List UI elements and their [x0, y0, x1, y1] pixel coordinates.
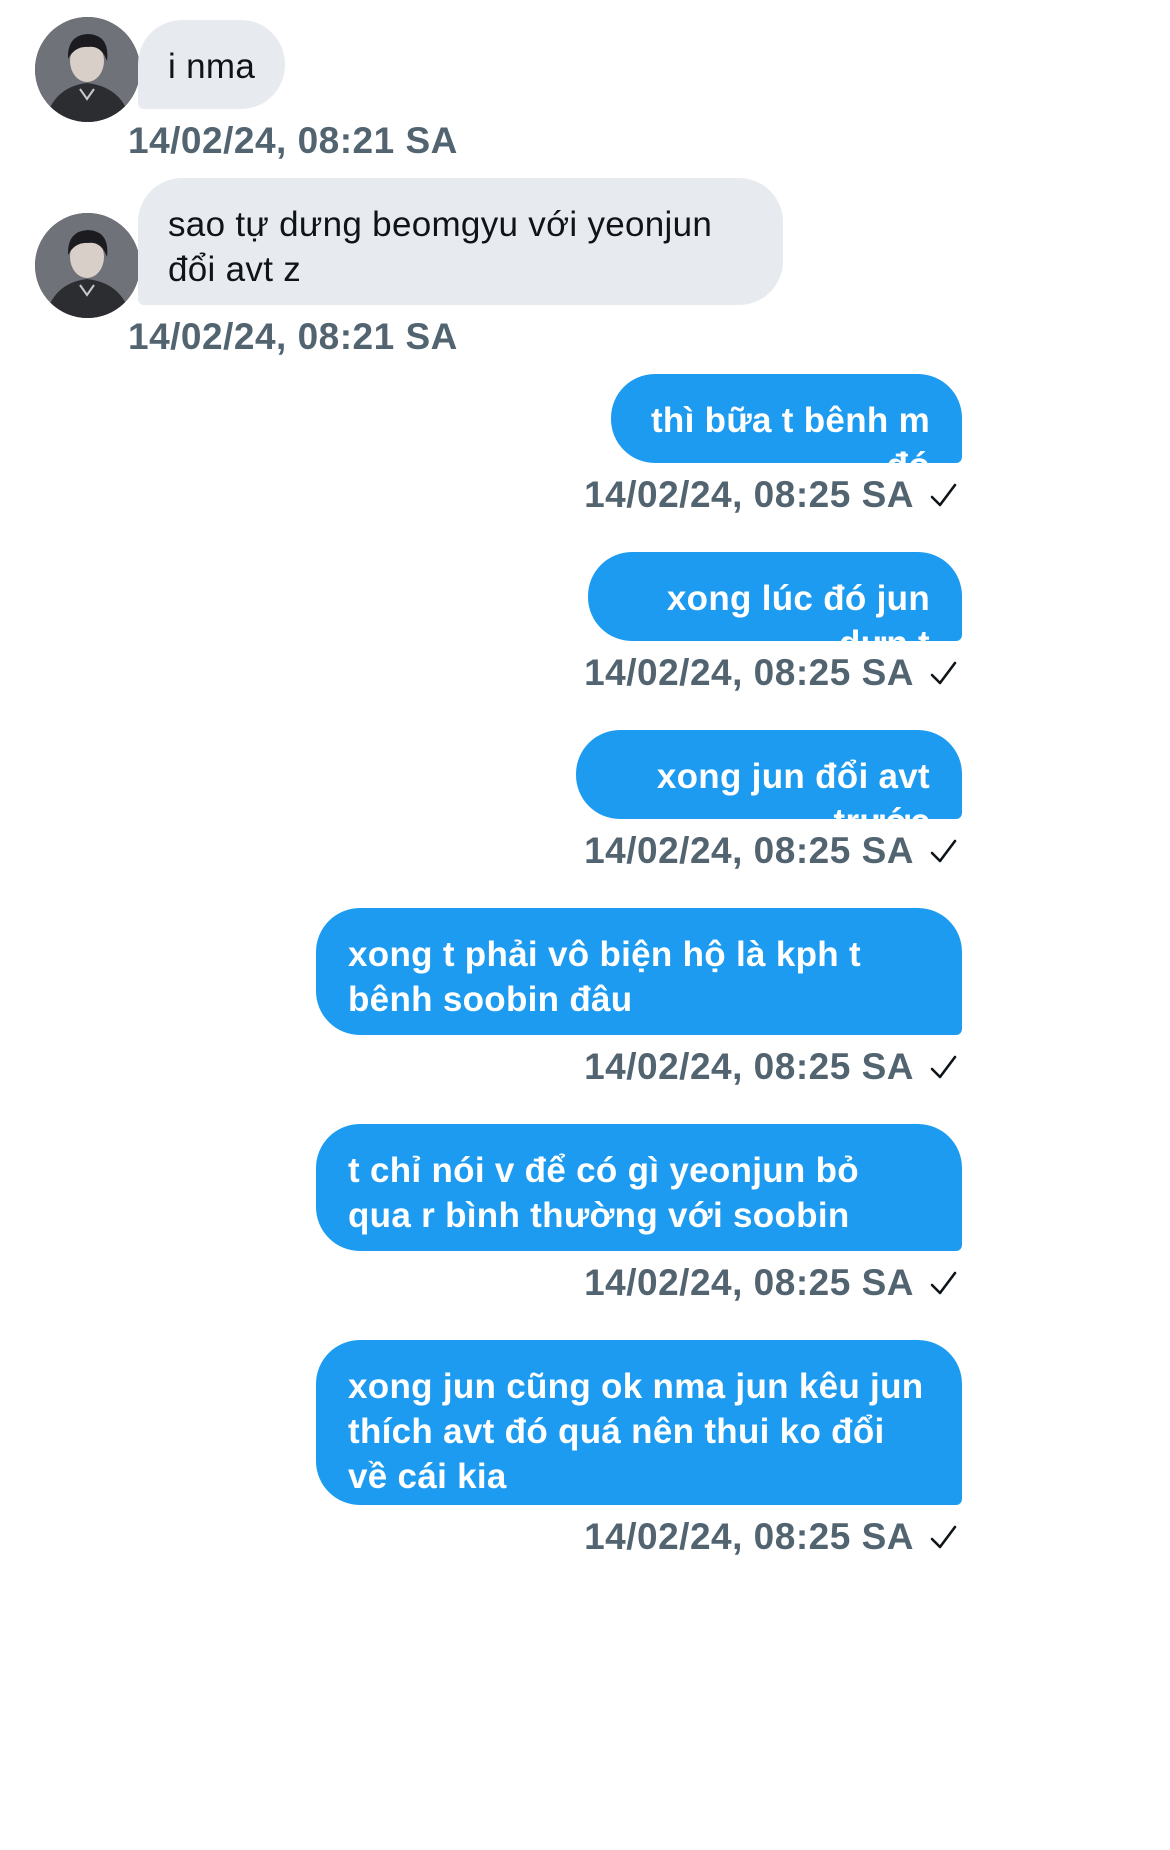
outgoing-message-bubble[interactable]: xong jun cũng ok nma jun kêu jun thích a… — [316, 1340, 962, 1505]
outgoing-message-bubble[interactable]: thì bữa t bênh m đó — [611, 374, 962, 485]
message-timestamp: 14/02/24, 08:25 SA — [584, 1516, 914, 1557]
message-text: xong lúc đó jun dựn t — [666, 579, 930, 663]
message-timestamp-row: 14/02/24, 08:25 SA — [584, 1262, 958, 1304]
message-text: xong jun cũng ok nma jun kêu jun thích a… — [348, 1367, 924, 1496]
message-text: sao tự dưng beomgyu với yeonjun đổi avt … — [168, 205, 713, 289]
message-timestamp-row: 14/02/24, 08:25 SA — [584, 1046, 958, 1088]
message-timestamp-row: 14/02/24, 08:25 SA — [584, 830, 958, 872]
message-timestamp: 14/02/24, 08:25 SA — [584, 652, 914, 693]
message-timestamp-row: 14/02/24, 08:25 SA — [584, 1516, 958, 1558]
check-icon — [930, 661, 957, 685]
outgoing-message-bubble[interactable]: xong t phải vô biện hộ là kph t bênh soo… — [316, 908, 962, 1035]
outgoing-message-bubble[interactable]: xong jun đổi avt trước — [576, 730, 962, 841]
incoming-message-bubble[interactable]: sao tự dưng beomgyu với yeonjun đổi avt … — [138, 178, 783, 305]
message-text: xong jun đổi avt trước — [656, 757, 930, 841]
message-timestamp: 14/02/24, 08:21 SA — [128, 120, 458, 161]
sender-avatar[interactable] — [35, 213, 140, 318]
message-timestamp-row: 14/02/24, 08:25 SA — [584, 474, 958, 516]
message-timestamp: 14/02/24, 08:25 SA — [584, 830, 914, 871]
avatar-photo-icon — [35, 17, 140, 122]
check-icon — [930, 1525, 957, 1549]
message-timestamp: 14/02/24, 08:25 SA — [584, 474, 914, 515]
sender-avatar[interactable] — [35, 17, 140, 122]
outgoing-message-bubble[interactable]: t chỉ nói v để có gì yeonjun bỏ qua r bì… — [316, 1124, 962, 1251]
check-icon — [930, 1055, 957, 1079]
message-text: xong t phải vô biện hộ là kph t bênh soo… — [348, 935, 861, 1019]
check-icon — [930, 839, 957, 863]
message-timestamp: 14/02/24, 08:25 SA — [584, 1262, 914, 1303]
check-icon — [930, 1271, 957, 1295]
message-timestamp: 14/02/24, 08:21 SA — [128, 316, 458, 357]
message-timestamp: 14/02/24, 08:25 SA — [584, 1046, 914, 1087]
check-icon — [930, 483, 957, 507]
message-timestamp-row: 14/02/24, 08:25 SA — [584, 652, 958, 694]
incoming-message-bubble[interactable]: i nma — [138, 20, 286, 109]
message-text: i nma — [168, 47, 256, 86]
avatar-photo-icon — [35, 213, 140, 318]
message-text: t chỉ nói v để có gì yeonjun bỏ qua r bì… — [348, 1151, 859, 1235]
message-text: thì bữa t bênh m đó — [650, 401, 930, 485]
outgoing-message-bubble[interactable]: xong lúc đó jun dựn t — [588, 552, 962, 663]
